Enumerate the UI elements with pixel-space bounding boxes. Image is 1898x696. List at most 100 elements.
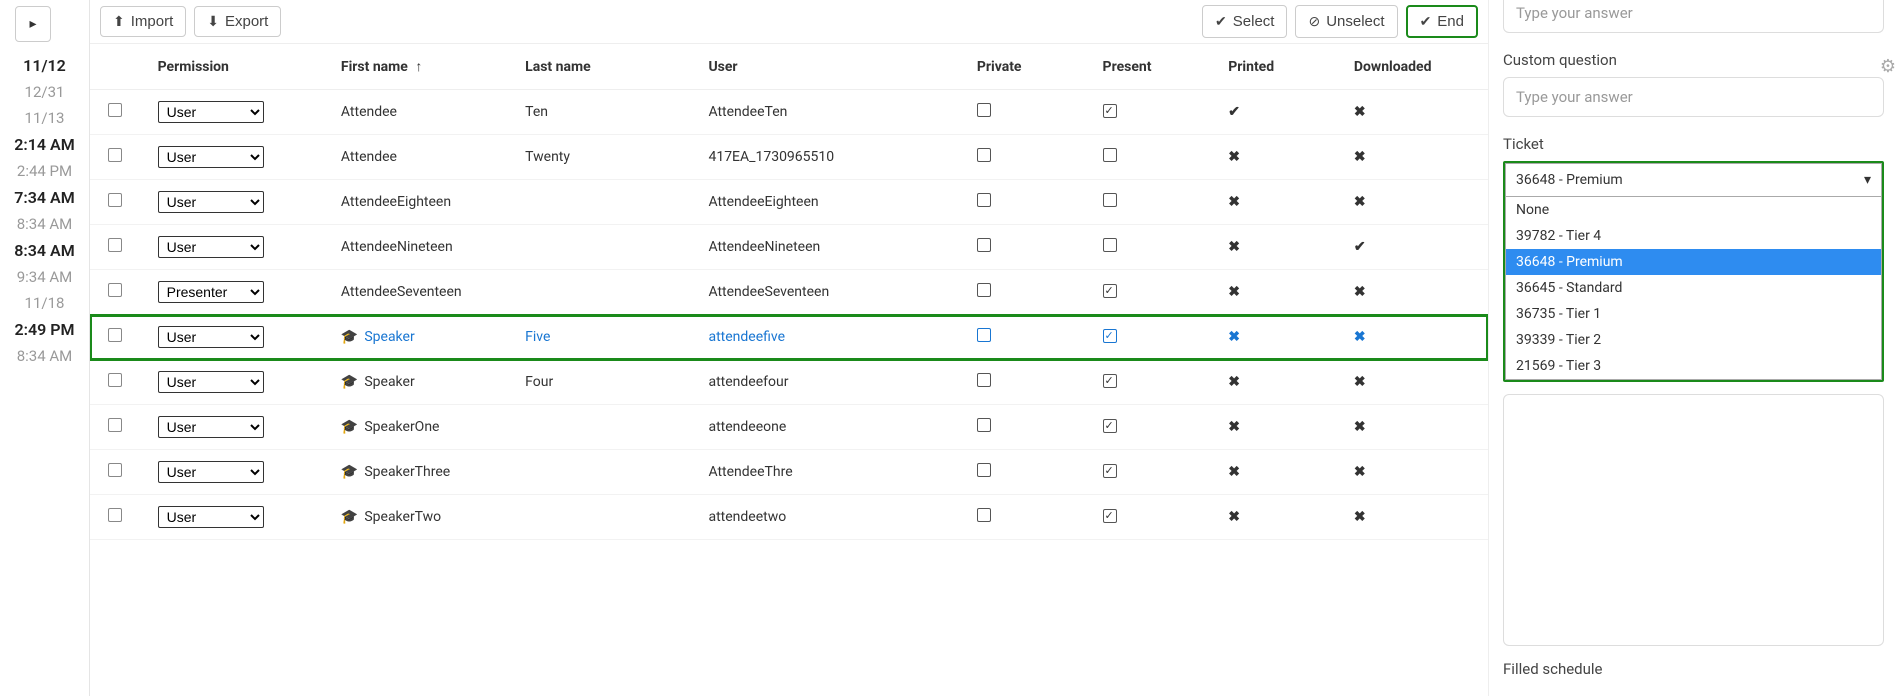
first-name-cell: Attendee: [331, 135, 515, 180]
table-row[interactable]: UserPresenter🎓SpeakerTwoattendeetwo✖✖: [90, 495, 1488, 540]
timeline-entry[interactable]: 2:14 AM: [0, 131, 89, 158]
permission-select[interactable]: UserPresenter: [158, 416, 264, 438]
present-checkbox[interactable]: [1103, 104, 1117, 118]
private-checkbox[interactable]: [977, 418, 991, 432]
permission-select[interactable]: UserPresenter: [158, 281, 264, 303]
table-row[interactable]: UserPresenter🎓SpeakerFiveattendeefive✖✖: [90, 315, 1488, 360]
timeline-entry[interactable]: 11/12: [0, 52, 89, 79]
table-row[interactable]: UserPresenter🎓SpeakerFourattendeefour✖✖: [90, 360, 1488, 405]
table-row[interactable]: UserPresenterAttendeeTenAttendeeTen✔✖: [90, 90, 1488, 135]
present-checkbox[interactable]: [1103, 193, 1117, 207]
timeline-entry[interactable]: 11/13: [0, 105, 89, 131]
col-last-name[interactable]: Last name: [515, 44, 698, 90]
permission-select[interactable]: UserPresenter: [158, 461, 264, 483]
present-checkbox[interactable]: [1103, 374, 1117, 388]
ticket-option[interactable]: None: [1506, 197, 1881, 223]
ticket-option[interactable]: 39339 - Tier 2: [1506, 327, 1881, 353]
table-row[interactable]: UserPresenterAttendeeNineteenAttendeeNin…: [90, 225, 1488, 270]
ticket-select[interactable]: 36648 - Premium ▾: [1505, 163, 1882, 197]
private-checkbox[interactable]: [977, 193, 991, 207]
col-private[interactable]: Private: [967, 44, 1093, 90]
ticket-option[interactable]: 36735 - Tier 1: [1506, 301, 1881, 327]
sort-asc-icon: ↑: [415, 59, 422, 75]
col-permission[interactable]: Permission: [148, 44, 331, 90]
timeline-entry[interactable]: 8:34 AM: [0, 237, 89, 264]
present-checkbox[interactable]: [1103, 464, 1117, 478]
row-checkbox[interactable]: [108, 508, 122, 522]
import-button[interactable]: ⬆ Import: [100, 6, 186, 37]
table-row[interactable]: UserPresenter🎓SpeakerThreeAttendeeThre✖✖: [90, 450, 1488, 495]
notes-textarea[interactable]: [1503, 394, 1884, 646]
x-icon: ✖: [1354, 374, 1366, 390]
row-checkbox[interactable]: [108, 238, 122, 252]
timeline-entry[interactable]: 2:44 PM: [0, 158, 89, 184]
private-checkbox[interactable]: [977, 463, 991, 477]
row-checkbox[interactable]: [108, 148, 122, 162]
timeline-entry[interactable]: 12/31: [0, 79, 89, 105]
row-checkbox[interactable]: [108, 418, 122, 432]
first-name-cell: 🎓SpeakerThree: [331, 450, 515, 495]
export-button[interactable]: ⬇ Export: [194, 6, 281, 37]
private-checkbox[interactable]: [977, 373, 991, 387]
select-button[interactable]: ✔ Select: [1202, 5, 1287, 38]
present-checkbox[interactable]: [1103, 148, 1117, 162]
col-printed[interactable]: Printed: [1218, 44, 1344, 90]
table-row[interactable]: UserPresenterAttendeeTwenty417EA_1730965…: [90, 135, 1488, 180]
private-checkbox[interactable]: [977, 148, 991, 162]
present-checkbox[interactable]: [1103, 419, 1117, 433]
end-button[interactable]: ✔ End: [1406, 5, 1478, 38]
permission-select[interactable]: UserPresenter: [158, 371, 264, 393]
ticket-option[interactable]: 36648 - Premium: [1506, 249, 1881, 275]
last-name-cell: Four: [515, 360, 698, 405]
user-cell: AttendeeSeventeen: [698, 270, 966, 315]
timeline-entry[interactable]: 8:34 AM: [0, 343, 89, 369]
expand-button[interactable]: ▸: [15, 6, 51, 42]
ticket-option[interactable]: 39782 - Tier 4: [1506, 223, 1881, 249]
row-checkbox[interactable]: [108, 463, 122, 477]
present-checkbox[interactable]: [1103, 329, 1117, 343]
private-checkbox[interactable]: [977, 283, 991, 297]
timeline-sidebar: ▸ 11/1212/3111/132:14 AM2:44 PM7:34 AM8:…: [0, 0, 90, 696]
private-checkbox[interactable]: [977, 508, 991, 522]
table-row[interactable]: UserPresenter🎓SpeakerOneattendeeone✖✖: [90, 405, 1488, 450]
col-first-name[interactable]: First name ↑: [331, 44, 515, 90]
timeline-entry[interactable]: 9:34 AM: [0, 264, 89, 290]
permission-select[interactable]: UserPresenter: [158, 236, 264, 258]
permission-select[interactable]: UserPresenter: [158, 146, 264, 168]
row-checkbox[interactable]: [108, 193, 122, 207]
permission-select[interactable]: UserPresenter: [158, 506, 264, 528]
ticket-option[interactable]: 21569 - Tier 3: [1506, 353, 1881, 379]
private-checkbox[interactable]: [977, 238, 991, 252]
table-row[interactable]: UserPresenter AttendeeSeventeen AttendeeSe…: [90, 270, 1488, 315]
attendee-table-wrap[interactable]: Permission First name ↑ Last name User P…: [90, 44, 1488, 696]
timeline-entry[interactable]: 2:49 PM: [0, 316, 89, 343]
col-downloaded[interactable]: Downloaded: [1344, 44, 1488, 90]
timeline-entry[interactable]: 11/18: [0, 290, 89, 316]
row-checkbox[interactable]: [108, 328, 122, 342]
timeline-entry[interactable]: 7:34 AM: [0, 184, 89, 211]
timeline-entry[interactable]: 8:34 AM: [0, 211, 89, 237]
col-user[interactable]: User: [698, 44, 966, 90]
present-checkbox[interactable]: [1103, 284, 1117, 298]
row-checkbox[interactable]: [108, 373, 122, 387]
private-checkbox[interactable]: [977, 103, 991, 117]
answer-input-top[interactable]: Type your answer: [1503, 0, 1884, 33]
first-name-cell: AttendeeSeventeen: [331, 270, 515, 315]
present-checkbox[interactable]: [1103, 238, 1117, 252]
unselect-button[interactable]: ⊘ Unselect: [1295, 5, 1397, 38]
ticket-option[interactable]: 36645 - Standard: [1506, 275, 1881, 301]
gear-icon[interactable]: ⚙: [1880, 56, 1896, 77]
permission-select[interactable]: UserPresenter: [158, 101, 264, 123]
custom-question-input[interactable]: Type your answer: [1503, 77, 1884, 117]
row-checkbox[interactable]: [108, 283, 122, 297]
row-checkbox[interactable]: [108, 103, 122, 117]
table-row[interactable]: UserPresenterAttendeeEighteenAttendeeEig…: [90, 180, 1488, 225]
present-checkbox[interactable]: [1103, 509, 1117, 523]
private-checkbox[interactable]: [977, 328, 991, 342]
permission-select[interactable]: UserPresenter: [158, 191, 264, 213]
permission-select[interactable]: UserPresenter: [158, 326, 264, 348]
last-name-cell: [515, 450, 698, 495]
col-present[interactable]: Present: [1093, 44, 1219, 90]
x-icon: ✖: [1228, 329, 1240, 345]
speaker-icon: 🎓: [341, 374, 358, 390]
